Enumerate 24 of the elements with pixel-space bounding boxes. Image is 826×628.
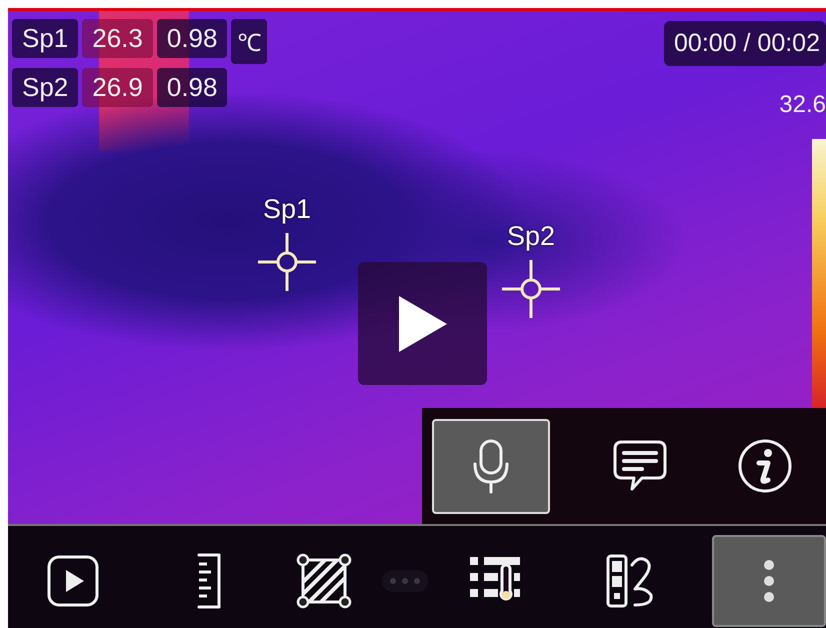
- ruler-icon: [194, 552, 223, 610]
- spot-label: Sp1: [262, 194, 312, 225]
- crosshair-icon: [256, 231, 318, 293]
- spot-name: Sp2: [12, 68, 78, 107]
- hatched-area-icon: [295, 552, 354, 610]
- play-icon: [46, 554, 100, 608]
- info-icon: [737, 438, 793, 494]
- scale-max-value: 32.6: [779, 91, 826, 119]
- microphone-button[interactable]: [432, 418, 550, 514]
- temperature-value: 26.3: [82, 19, 153, 58]
- pager-dots-icon: [382, 570, 428, 592]
- spot-name: Sp1: [12, 19, 78, 58]
- spot-label: Sp2: [506, 221, 556, 252]
- temperature-value: 26.9: [82, 68, 153, 107]
- more-icon: [762, 559, 775, 603]
- emissivity-value: 0.98: [156, 19, 228, 58]
- more-button[interactable]: [712, 535, 826, 627]
- comment-icon: [612, 439, 668, 493]
- play-button[interactable]: [358, 262, 487, 385]
- emissivity-value: 0.98: [156, 68, 228, 107]
- crosshair-icon: [500, 258, 562, 320]
- microphone-icon: [471, 438, 511, 494]
- unit-label: ℃: [231, 19, 268, 64]
- playback-time: 00:00 / 00:02: [664, 21, 826, 66]
